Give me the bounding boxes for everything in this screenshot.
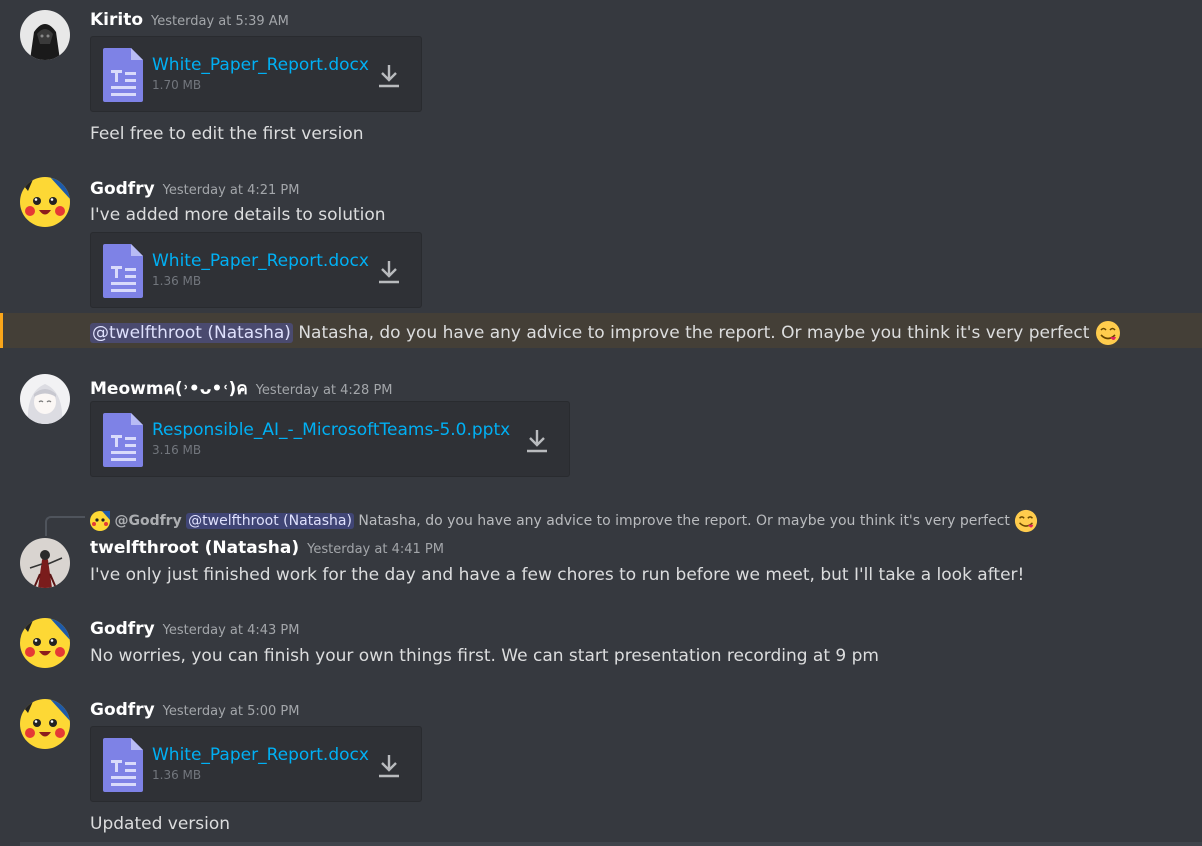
user-mention[interactable]: @twelfthroot (Natasha) (186, 513, 354, 529)
avatar[interactable] (20, 10, 70, 60)
message-header: Godfry Yesterday at 4:21 PM (90, 179, 300, 199)
message-text: Updated version (90, 814, 231, 834)
file-name-link[interactable]: White_Paper_Report.docx (152, 251, 369, 271)
username[interactable]: Meowmค(˒•ᴗ•˓)ค (90, 379, 248, 399)
message-text: I've only just finished work for the day… (90, 565, 1025, 585)
user-mention[interactable]: @twelfthroot (Natasha) (90, 323, 293, 343)
message-text: I've added more details to solution (90, 205, 386, 225)
chat-messages: Kirito Yesterday at 5:39 AM White_Paper_R… (0, 0, 1202, 846)
timestamp[interactable]: Yesterday at 4:21 PM (163, 183, 300, 198)
file-name-link[interactable]: Responsible_AI_-_MicrosoftTeams-5.0.pptx (152, 420, 510, 440)
document-icon (103, 413, 143, 467)
mention-text: Natasha, do you have any advice to impro… (298, 323, 1090, 343)
download-icon[interactable] (377, 259, 401, 285)
file-attachment: Responsible_AI_-_MicrosoftTeams-5.0.pptx… (90, 401, 570, 477)
timestamp[interactable]: Yesterday at 4:28 PM (256, 383, 393, 398)
message-header: Kirito Yesterday at 5:39 AM (90, 10, 289, 30)
file-attachment: White_Paper_Report.docx 1.36 MB (90, 726, 422, 802)
mention-indicator-bar (0, 313, 3, 348)
file-size: 1.70 MB (152, 78, 202, 92)
avatar[interactable] (20, 177, 70, 227)
reply-connector (45, 516, 85, 536)
yum-face-emoji-icon (1015, 509, 1038, 533)
message-text: @twelfthroot (Natasha) Natasha, do you h… (90, 320, 1121, 346)
avatar[interactable] (20, 618, 70, 668)
reply-preview[interactable]: @Godfry @twelfthroot (Natasha) Natasha, … (90, 509, 1038, 533)
file-attachment: White_Paper_Report.docx 1.70 MB (90, 36, 422, 112)
document-icon (103, 244, 143, 298)
username[interactable]: twelfthroot (Natasha) (90, 538, 299, 558)
document-icon (103, 738, 143, 792)
message-header: twelfthroot (Natasha) Yesterday at 4:41 P… (90, 538, 444, 558)
file-attachment: White_Paper_Report.docx 1.36 MB (90, 232, 422, 308)
message-input-edge (20, 842, 1202, 846)
message-header: Godfry Yesterday at 5:00 PM (90, 700, 300, 720)
reply-text: Natasha, do you have any advice to impro… (358, 513, 1010, 529)
message-text: No worries, you can finish your own thin… (90, 646, 879, 666)
download-icon[interactable] (377, 753, 401, 779)
file-size: 1.36 MB (152, 274, 202, 288)
reply-author[interactable]: @Godfry (114, 513, 181, 529)
file-name-link[interactable]: White_Paper_Report.docx (152, 745, 369, 765)
username[interactable]: Godfry (90, 179, 155, 199)
download-icon[interactable] (525, 428, 549, 454)
message-header: Meowmค(˒•ᴗ•˓)ค Yesterday at 4:28 PM (90, 375, 393, 402)
avatar[interactable] (20, 538, 70, 588)
avatar[interactable] (20, 699, 70, 749)
yum-face-emoji-icon (1095, 321, 1120, 345)
timestamp[interactable]: Yesterday at 4:41 PM (307, 542, 444, 557)
username[interactable]: Godfry (90, 619, 155, 639)
username[interactable]: Kirito (90, 10, 143, 30)
reply-avatar (90, 511, 110, 531)
timestamp[interactable]: Yesterday at 4:43 PM (163, 623, 300, 638)
download-icon[interactable] (377, 63, 401, 89)
avatar[interactable] (20, 374, 70, 424)
file-name-link[interactable]: White_Paper_Report.docx (152, 55, 369, 75)
document-icon (103, 48, 143, 102)
timestamp[interactable]: Yesterday at 5:39 AM (151, 14, 289, 29)
timestamp[interactable]: Yesterday at 5:00 PM (163, 704, 300, 719)
message-header: Godfry Yesterday at 4:43 PM (90, 619, 300, 639)
file-size: 3.16 MB (152, 443, 202, 457)
mention-highlight-row: @twelfthroot (Natasha) Natasha, do you h… (0, 313, 1202, 348)
message-text: Feel free to edit the first version (90, 124, 364, 144)
file-size: 1.36 MB (152, 768, 202, 782)
username[interactable]: Godfry (90, 700, 155, 720)
